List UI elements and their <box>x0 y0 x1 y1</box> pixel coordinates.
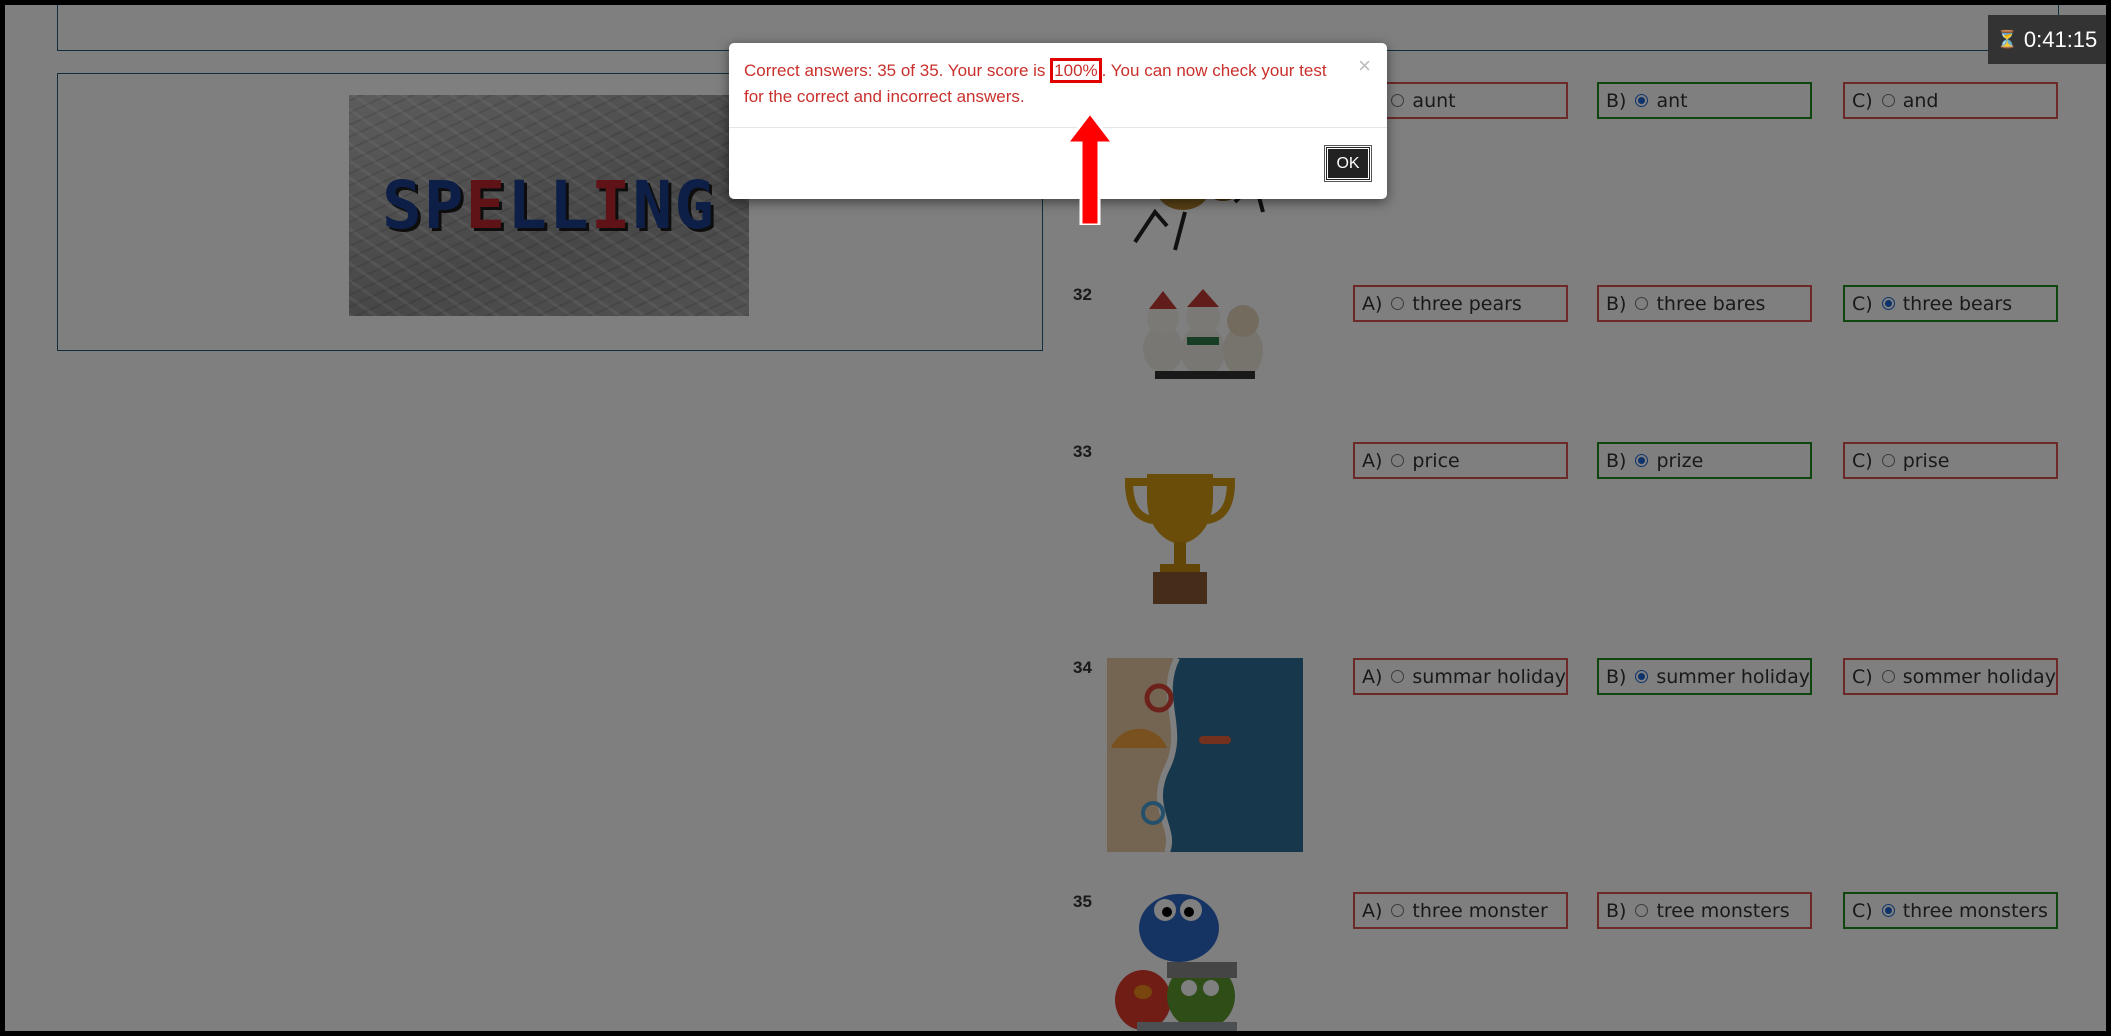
arrow-up-icon <box>1067 113 1113 225</box>
hourglass-icon: ⏳ <box>1996 29 2018 49</box>
dialog-divider <box>729 127 1387 128</box>
page-frame: SPELLING A)aunt B)ant C)and 32 <box>0 0 2111 1036</box>
result-text-start: Correct answers: 35 of 35. Your score is <box>744 61 1051 80</box>
score-highlight: 100% <box>1050 58 1102 83</box>
timer-value: 0:41:15 <box>2023 26 2098 52</box>
close-icon[interactable]: × <box>1358 55 1371 77</box>
result-dialog: Correct answers: 35 of 35. Your score is… <box>729 43 1387 199</box>
ok-button[interactable]: OK <box>1324 145 1372 182</box>
timer: ⏳ 0:41:15 <box>1988 15 2106 64</box>
result-message: Correct answers: 35 of 35. Your score is… <box>744 58 1344 110</box>
